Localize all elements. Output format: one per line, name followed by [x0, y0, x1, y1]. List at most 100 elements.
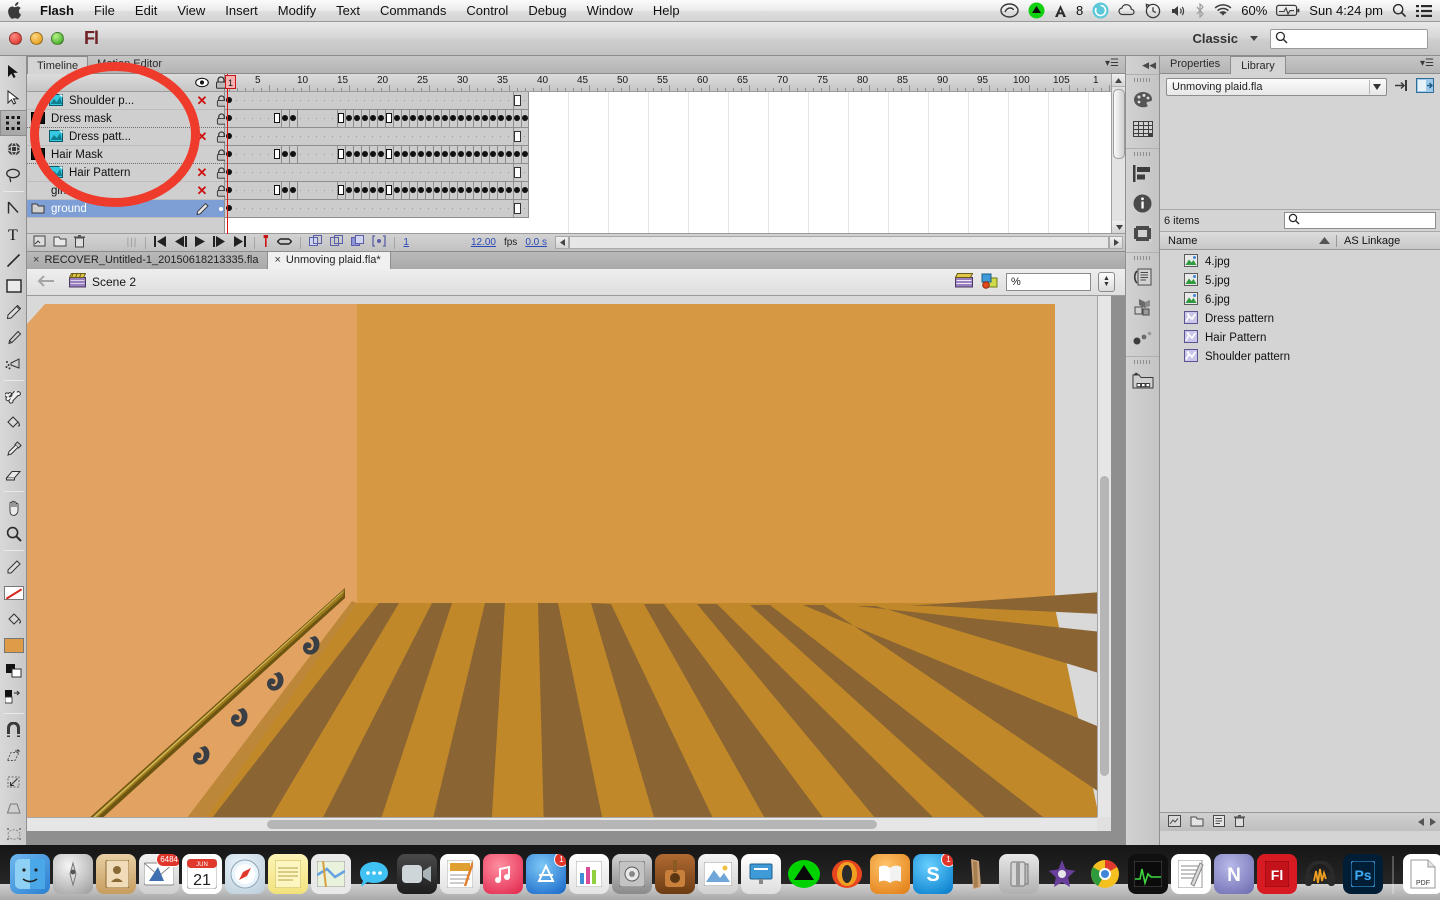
blank-keyframe[interactable] — [386, 149, 392, 159]
dock-item-notes[interactable] — [268, 854, 308, 894]
trash-icon[interactable] — [74, 234, 85, 251]
line-tool[interactable] — [0, 247, 27, 273]
current-frame-indicator[interactable]: 1 — [403, 237, 409, 248]
keyframe[interactable] — [482, 187, 488, 193]
frame-end-marker[interactable] — [514, 167, 521, 178]
dock-item-dropbox[interactable] — [784, 854, 824, 894]
dock-item-garageband[interactable] — [655, 854, 695, 894]
keyframe[interactable] — [458, 187, 464, 193]
frame-end-marker[interactable] — [514, 203, 521, 214]
dock-item-mail[interactable]: 6484 — [139, 854, 179, 894]
layer-row[interactable]: Hair Pattern ✕ — [27, 164, 237, 182]
keyframe[interactable] — [474, 151, 480, 157]
edit-multiple-frames-icon[interactable] — [351, 235, 365, 250]
pencil-tool[interactable] — [0, 299, 27, 325]
stroke-color-none-swatch[interactable] — [3, 586, 24, 600]
step-forward-icon[interactable] — [213, 235, 226, 250]
keyframe[interactable] — [362, 115, 368, 121]
sync-circle-icon[interactable] — [1092, 0, 1109, 22]
panel-menu-icon[interactable]: ▾☰ — [1420, 55, 1440, 73]
scroll-thumb[interactable] — [1113, 89, 1125, 159]
dock-item-cinema4d[interactable] — [956, 854, 996, 894]
keyframe[interactable] — [370, 151, 376, 157]
blank-keyframe[interactable] — [274, 185, 280, 195]
scroll-right-arrow[interactable] — [1430, 815, 1436, 829]
rail-grip[interactable] — [1126, 253, 1159, 262]
keyframe[interactable] — [410, 115, 416, 121]
keyframe[interactable] — [458, 151, 464, 157]
close-icon[interactable]: × — [274, 252, 280, 269]
delete-button[interactable] — [1234, 814, 1245, 830]
keyframe[interactable] — [410, 151, 416, 157]
keyframe[interactable] — [466, 151, 472, 157]
dock-item-imovie[interactable] — [1042, 854, 1082, 894]
bluetooth-icon[interactable] — [1195, 0, 1205, 22]
modify-onion-markers-icon[interactable] — [372, 235, 387, 250]
dock-item-ibooks[interactable] — [870, 854, 910, 894]
properties-button[interactable] — [1213, 814, 1225, 830]
motion-presets-button[interactable] — [1126, 322, 1159, 352]
keyframe[interactable] — [290, 187, 296, 193]
keyframe[interactable] — [522, 115, 528, 121]
list-item[interactable]: 4.jpg — [1160, 252, 1440, 271]
new-folder-button[interactable] — [1190, 815, 1204, 830]
layer-visibility-toggle[interactable]: ✕ — [194, 130, 210, 143]
minimize-window-button[interactable] — [30, 32, 43, 45]
keyframe[interactable] — [418, 115, 424, 121]
keyframe[interactable] — [490, 151, 496, 157]
dock-item-flash[interactable]: Fl — [1257, 854, 1297, 894]
dock-item-photoshop[interactable]: Ps — [1343, 854, 1383, 894]
paint-bucket-tool[interactable] — [0, 410, 27, 436]
menu-text[interactable]: Text — [326, 0, 370, 22]
keyframe[interactable] — [370, 115, 376, 121]
layer-row[interactable]: girl ✕ — [27, 182, 237, 200]
keyframe[interactable] — [346, 187, 352, 193]
list-item[interactable]: Hair Pattern — [1160, 328, 1440, 347]
keyframe[interactable] — [506, 151, 512, 157]
creative-cloud-icon[interactable] — [1000, 0, 1019, 22]
bone-tool[interactable] — [0, 384, 27, 410]
keyframe[interactable] — [290, 115, 296, 121]
layer-visibility-toggle[interactable]: ✕ — [194, 184, 210, 197]
play-icon[interactable] — [194, 235, 206, 250]
keyframe[interactable] — [474, 115, 480, 121]
layer-row[interactable]: Hair Mask — [27, 146, 237, 164]
menu-modify[interactable]: Modify — [268, 0, 326, 22]
rail-grip[interactable] — [1126, 357, 1159, 366]
scroll-thumb[interactable] — [1100, 476, 1109, 776]
frame-end-marker[interactable] — [514, 95, 521, 106]
keyframe[interactable] — [434, 115, 440, 121]
keyframe[interactable] — [394, 115, 400, 121]
rotate-option[interactable] — [0, 743, 27, 769]
snap-to-objects-option[interactable] — [0, 717, 27, 743]
center-frame-icon[interactable] — [263, 235, 270, 250]
keyframe[interactable] — [450, 187, 456, 193]
list-item[interactable]: 5.jpg — [1160, 271, 1440, 290]
layer-visibility-toggle[interactable]: ✕ — [194, 166, 210, 179]
spray-brush-tool[interactable] — [0, 351, 27, 377]
onion-skin-outline-icon[interactable] — [330, 235, 344, 250]
library-document-select[interactable]: Unmoving plaid.fla — [1166, 78, 1387, 96]
menu-edit[interactable]: Edit — [125, 0, 167, 22]
layer-row[interactable]: ground — [27, 200, 237, 218]
dock-item-skype[interactable]: S1 — [913, 854, 953, 894]
menu-debug[interactable]: Debug — [518, 0, 576, 22]
keyframe[interactable] — [378, 187, 384, 193]
timeline-horizontal-scrollbar[interactable] — [555, 236, 1125, 249]
column-as-linkage-label[interactable]: AS Linkage — [1336, 234, 1440, 247]
stage-canvas[interactable] — [27, 296, 1111, 831]
dock-item-keynote[interactable] — [741, 854, 781, 894]
sort-ascending-icon[interactable] — [1319, 235, 1336, 247]
keyframe[interactable] — [378, 151, 384, 157]
subselection-tool[interactable] — [0, 84, 27, 110]
blank-keyframe[interactable] — [386, 185, 392, 195]
list-item[interactable]: Dress pattern — [1160, 309, 1440, 328]
menu-help[interactable]: Help — [643, 0, 690, 22]
cloud-icon[interactable] — [1118, 0, 1136, 22]
keyframe[interactable] — [418, 187, 424, 193]
rail-grip[interactable] — [1126, 149, 1159, 158]
align-panel-button[interactable] — [1126, 158, 1159, 188]
lasso-tool[interactable] — [0, 162, 27, 188]
fill-color-swatch[interactable] — [0, 632, 27, 658]
go-to-first-frame-icon[interactable] — [154, 235, 167, 250]
